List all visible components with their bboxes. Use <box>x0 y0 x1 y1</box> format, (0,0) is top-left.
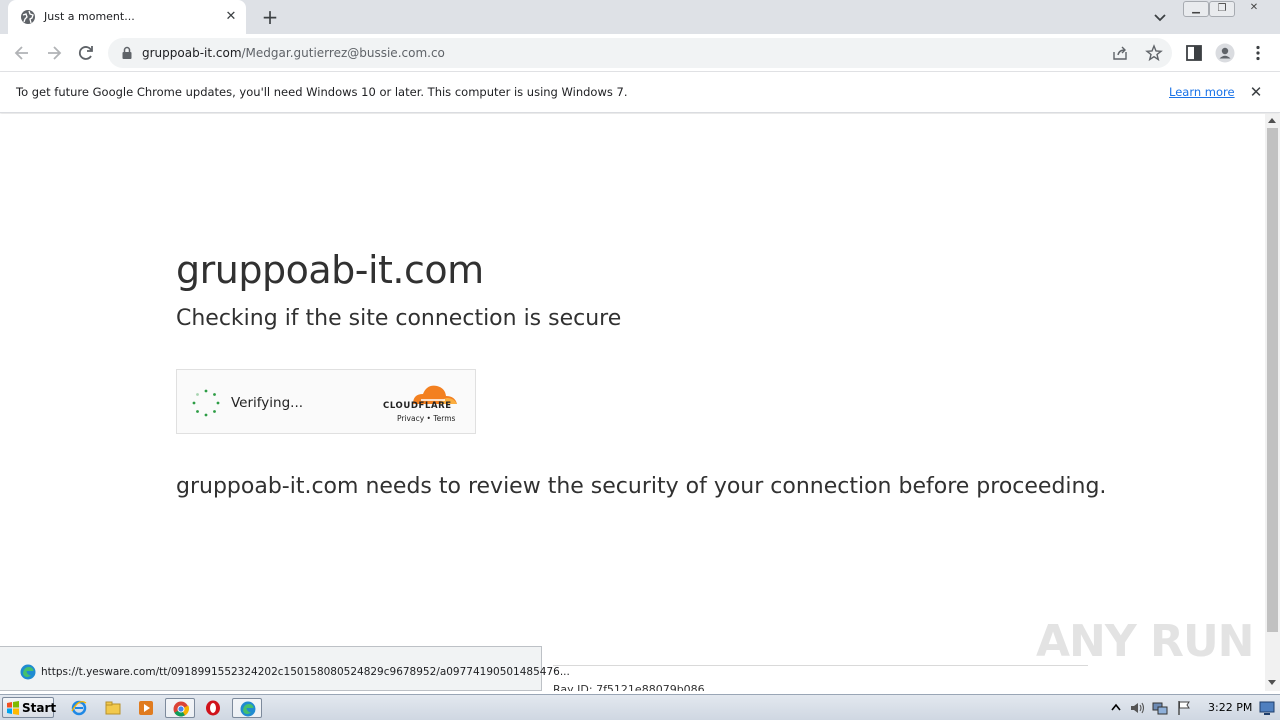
vertical-scrollbar[interactable] <box>1265 114 1280 691</box>
update-infobar: To get future Google Chrome updates, you… <box>0 72 1280 113</box>
taskbar-edge-button[interactable] <box>232 698 262 718</box>
forward-arrow-icon[interactable] <box>44 43 64 63</box>
edge-icon <box>20 664 36 680</box>
windows-taskbar: Start 3:22 PM <box>0 694 1280 720</box>
explorer-icon <box>105 701 121 715</box>
url-path: /Medgar.gutierrez@bussie.com.co <box>241 46 445 60</box>
taskbar-ie-button[interactable] <box>64 698 94 718</box>
tab-title: Just a moment... <box>44 10 135 23</box>
opera-icon <box>206 700 220 716</box>
footer-divider <box>553 665 1088 666</box>
windows-flag-icon <box>7 701 19 715</box>
url-text[interactable]: gruppoab-it.com/Medgar.gutierrez@bussie.… <box>142 46 445 60</box>
tray-expand-arrow-icon[interactable] <box>1108 700 1124 716</box>
address-bar[interactable]: gruppoab-it.com/Medgar.gutierrez@bussie.… <box>108 38 1172 68</box>
anyrun-watermark: ANY RUN <box>1036 608 1254 668</box>
taskbar-clock[interactable]: 3:22 PM <box>1208 701 1252 714</box>
start-button[interactable]: Start <box>2 697 57 718</box>
bookmark-star-icon[interactable] <box>1145 44 1163 62</box>
taskbar-opera-button[interactable] <box>198 698 228 718</box>
spinner-icon <box>192 389 220 417</box>
profile-avatar-icon[interactable] <box>1215 43 1235 63</box>
browser-toolbar: gruppoab-it.com/Medgar.gutierrez@bussie.… <box>0 34 1280 72</box>
side-panel-icon[interactable] <box>1184 43 1204 63</box>
action-center-flag-icon[interactable] <box>1176 700 1192 716</box>
edge-icon <box>240 701 256 717</box>
back-arrow-icon[interactable] <box>12 43 32 63</box>
ie-icon <box>71 700 87 716</box>
network-icon[interactable] <box>1152 700 1168 716</box>
infobar-message: To get future Google Chrome updates, you… <box>16 85 628 99</box>
screen: Just a moment... ✕ + ▁ ❐ ✕ gruppoab-it.c… <box>0 0 1280 720</box>
restore-button[interactable]: ❐ <box>1209 1 1235 17</box>
verifying-status: Verifying... <box>231 395 304 411</box>
page-subtitle: Checking if the site connection is secur… <box>176 306 622 331</box>
verification-widget[interactable]: Verifying... CLOUDFLARE Privacy • Terms <box>176 369 476 434</box>
review-message: gruppoab-it.com needs to review the secu… <box>176 474 1107 499</box>
watermark-text: ANY RUN <box>1036 616 1254 667</box>
privacy-terms-links[interactable]: Privacy • Terms <box>397 414 455 423</box>
scroll-up-arrow-icon[interactable] <box>1268 118 1276 123</box>
media-player-icon <box>139 701 153 715</box>
new-tab-button[interactable]: + <box>260 7 280 27</box>
scroll-thumb[interactable] <box>1267 128 1278 632</box>
status-url: https://t.yesware.com/tt/091899155232420… <box>41 666 570 678</box>
scroll-down-arrow-icon[interactable] <box>1268 680 1276 685</box>
volume-icon[interactable] <box>1129 700 1145 716</box>
start-label: Start <box>22 701 57 715</box>
link-status-bubble: https://t.yesware.com/tt/091899155232420… <box>0 646 570 691</box>
taskbar-explorer-button[interactable] <box>98 698 128 718</box>
lock-icon[interactable] <box>120 46 134 60</box>
site-title: gruppoab-it.com <box>176 248 484 292</box>
window-close-button[interactable]: ✕ <box>1241 1 1267 17</box>
tab-just-a-moment[interactable]: Just a moment... ✕ <box>8 0 246 34</box>
cloudflare-brand: CLOUDFLARE <box>383 401 452 411</box>
tab-close-icon[interactable]: ✕ <box>223 9 239 25</box>
tab-strip: Just a moment... ✕ + ▁ ❐ ✕ <box>0 0 1280 34</box>
globe-icon <box>21 10 35 24</box>
reload-icon[interactable] <box>76 43 96 63</box>
taskbar-media-player-button[interactable] <box>131 698 161 718</box>
taskbar-chrome-button[interactable] <box>165 698 195 718</box>
chevron-down-icon[interactable] <box>1152 9 1168 25</box>
share-icon[interactable] <box>1112 45 1128 61</box>
ray-id: Ray ID: 7f5121e88079b086 <box>553 683 705 691</box>
infobar-close-icon[interactable]: ✕ <box>1248 84 1264 100</box>
chrome-icon <box>173 701 189 717</box>
minimize-button[interactable]: ▁ <box>1183 1 1209 17</box>
window-controls: ▁ ❐ ✕ <box>1183 1 1273 19</box>
page-content: gruppoab-it.com Checking if the site con… <box>0 114 1265 691</box>
url-host: gruppoab-it.com <box>142 46 242 60</box>
learn-more-link[interactable]: Learn more <box>1169 85 1235 99</box>
show-desktop-icon[interactable] <box>1258 699 1276 717</box>
more-menu-icon[interactable] <box>1248 43 1268 63</box>
